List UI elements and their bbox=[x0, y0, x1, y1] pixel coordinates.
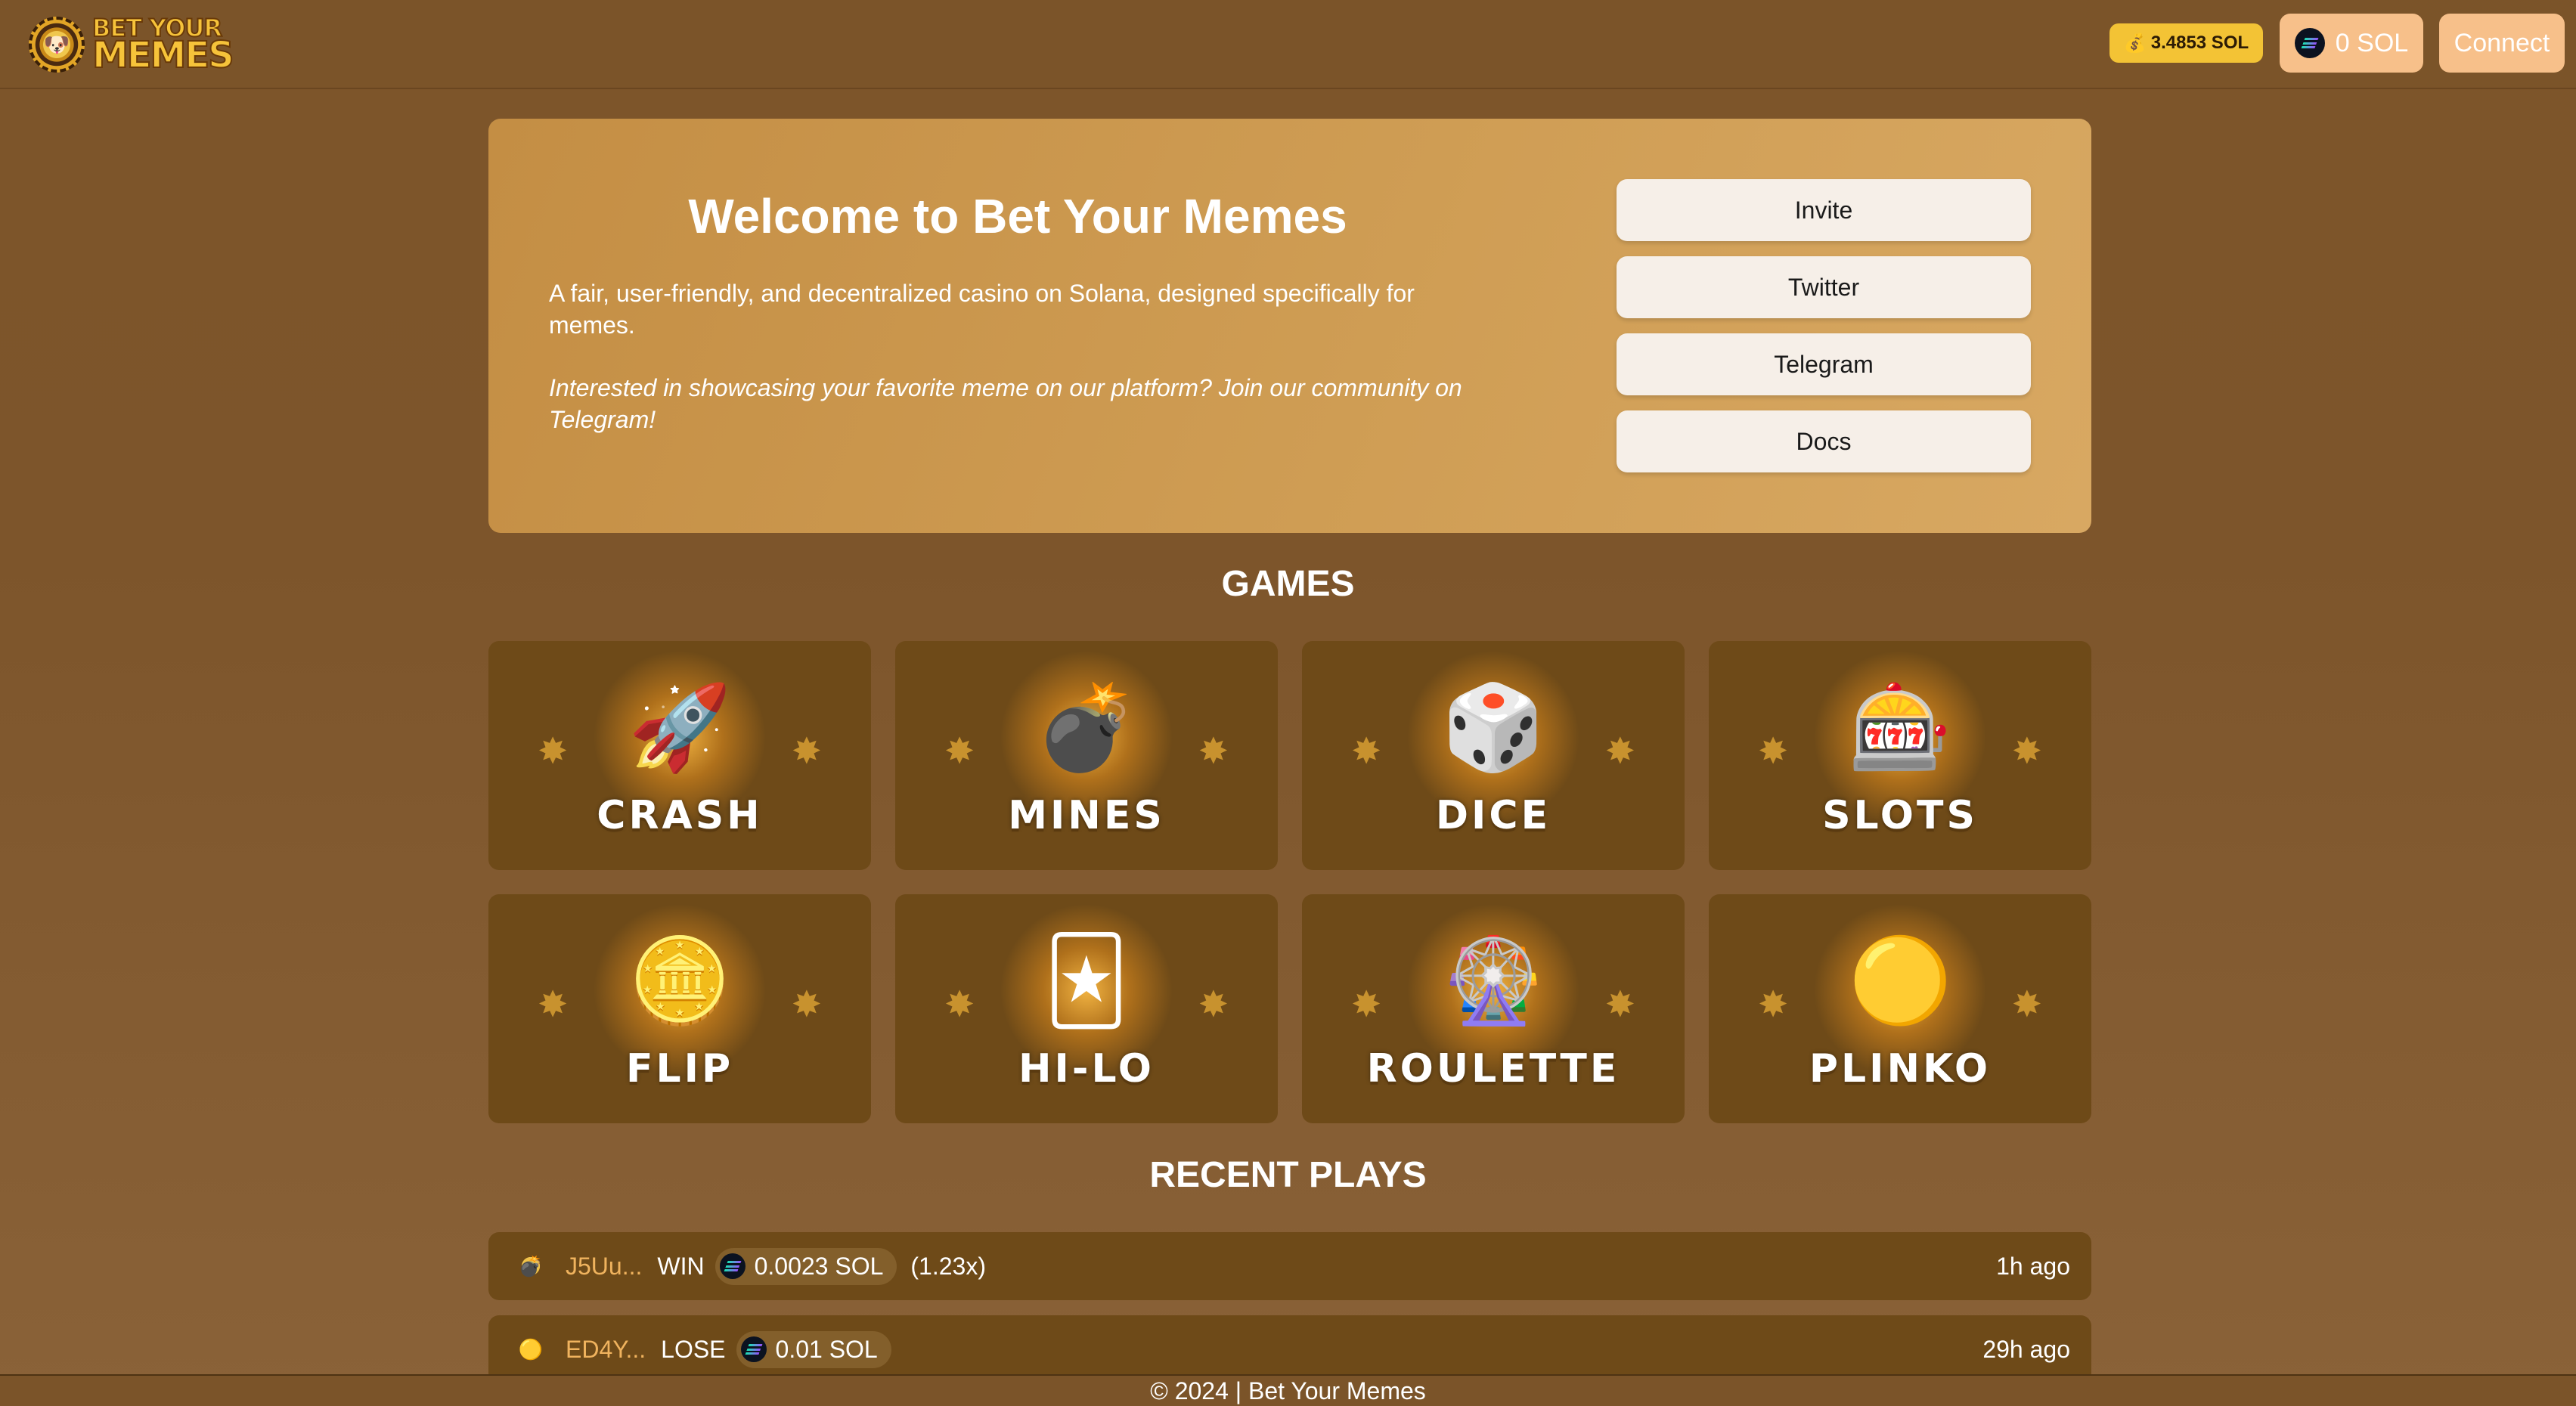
welcome-title: Welcome to Bet Your Memes bbox=[688, 189, 1347, 243]
sparkle-icon: ✸ bbox=[2011, 732, 2042, 772]
welcome-description: A fair, user-friendly, and decentralized… bbox=[549, 280, 1415, 339]
game-title: MINES bbox=[1008, 793, 1165, 838]
game-title: HI-LO bbox=[1018, 1046, 1155, 1092]
logo-wordmark: BET YOUR MEMES bbox=[91, 15, 235, 76]
telegram-button[interactable]: Telegram bbox=[1617, 333, 2031, 395]
money-bag-icon: 💰 bbox=[2123, 33, 2147, 54]
community-callout: Interested in showcasing your favorite m… bbox=[549, 374, 1462, 433]
wallet-balance-button[interactable]: 0 SOL bbox=[2280, 14, 2423, 73]
recent-plays-list: 💣 J5Uu... WIN 0.0023 SOL (1.23x) 1h ago … bbox=[488, 1232, 2091, 1398]
playing-cards-icon: 🃏 bbox=[1043, 934, 1130, 1028]
footer: © 2024 | Bet Your Memes bbox=[0, 1374, 2576, 1406]
game-title: ROULETTE bbox=[1366, 1046, 1620, 1092]
top-navbar: 🐶 BET YOUR MEMES 💰 3.4853 SOL 0 SOL Conn… bbox=[0, 0, 2576, 89]
sparkle-icon: ✸ bbox=[1758, 732, 1789, 772]
sparkle-icon: ✸ bbox=[2011, 985, 2042, 1025]
play-outcome: LOSE bbox=[661, 1335, 726, 1363]
sparkle-icon: ✸ bbox=[1198, 732, 1229, 772]
balance-badge[interactable]: 💰 3.4853 SOL bbox=[2109, 23, 2263, 63]
solana-icon bbox=[740, 1336, 767, 1362]
multiplier: (1.23x) bbox=[910, 1252, 986, 1280]
casino-chip-logo-icon: 🐶 bbox=[29, 17, 85, 73]
game-title: FLIP bbox=[625, 1046, 734, 1092]
logo[interactable]: 🐶 BET YOUR MEMES bbox=[29, 15, 235, 76]
game-card-roulette[interactable]: ✸ ✸ 🎡 ROULETTE bbox=[1302, 894, 1685, 1123]
amount-value: 0.0023 SOL bbox=[754, 1252, 884, 1280]
bomb-icon: 💣 bbox=[1034, 681, 1139, 775]
game-title: PLINKO bbox=[1809, 1046, 1992, 1092]
amount-badge: 0.01 SOL bbox=[736, 1330, 891, 1368]
play-time: 1h ago bbox=[1996, 1252, 2070, 1280]
game-card-mines[interactable]: ✸ ✸ 💣 MINES bbox=[895, 641, 1278, 870]
sparkle-icon: ✸ bbox=[1351, 985, 1382, 1025]
slot-machine-icon: 🎰 bbox=[1848, 681, 1952, 775]
game-card-plinko[interactable]: ✸ ✸ 🟡 PLINKO bbox=[1709, 894, 2091, 1123]
rocket-icon: 🚀 bbox=[628, 681, 732, 775]
player-address[interactable]: J5Uu... bbox=[566, 1253, 642, 1281]
coin-flip-icon: 🪙 bbox=[628, 934, 732, 1028]
recent-plays-heading: RECENT PLAYS bbox=[1149, 1155, 1427, 1195]
solana-icon bbox=[719, 1253, 746, 1279]
solana-icon bbox=[2294, 28, 2325, 58]
game-title: DICE bbox=[1435, 793, 1551, 838]
sparkle-icon: ✸ bbox=[1604, 985, 1635, 1025]
mines-game-icon: 💣 bbox=[510, 1245, 552, 1287]
sparkle-icon: ✸ bbox=[1758, 985, 1789, 1025]
balance-value: 3.4853 SOL bbox=[2150, 33, 2249, 53]
sparkle-icon: ✸ bbox=[538, 732, 569, 772]
amount-value: 0.01 SOL bbox=[775, 1335, 878, 1363]
game-card-slots[interactable]: ✸ ✸ 🎰 SLOTS bbox=[1709, 641, 2091, 870]
dice-icon: 🎲 bbox=[1441, 681, 1545, 775]
game-card-crash[interactable]: ✸ ✸ 🚀 CRASH bbox=[488, 641, 871, 870]
game-card-dice[interactable]: ✸ ✸ 🎲 DICE bbox=[1302, 641, 1685, 870]
sparkle-icon: ✸ bbox=[1351, 732, 1382, 772]
sparkle-icon: ✸ bbox=[1604, 732, 1635, 772]
invite-button[interactable]: Invite bbox=[1617, 179, 2031, 241]
docs-button[interactable]: Docs bbox=[1617, 410, 2031, 472]
game-title: CRASH bbox=[597, 793, 763, 838]
social-links: Invite Twitter Telegram Docs bbox=[1617, 179, 2031, 472]
roulette-wheel-icon: 🎡 bbox=[1441, 934, 1545, 1028]
plinko-game-icon: 🟡 bbox=[510, 1328, 552, 1370]
sparkle-icon: ✸ bbox=[791, 985, 822, 1025]
sparkle-icon: ✸ bbox=[944, 985, 975, 1025]
player-address[interactable]: ED4Y... bbox=[566, 1336, 646, 1364]
logo-line-2: MEMES bbox=[91, 33, 235, 76]
play-time: 29h ago bbox=[1982, 1335, 2070, 1363]
game-title: SLOTS bbox=[1822, 793, 1978, 838]
game-card-hi-lo[interactable]: ✸ ✸ 🃏 HI-LO bbox=[895, 894, 1278, 1123]
welcome-banner: Welcome to Bet Your Memes A fair, user-f… bbox=[488, 119, 2091, 533]
twitter-button[interactable]: Twitter bbox=[1617, 256, 2031, 318]
game-card-flip[interactable]: ✸ ✸ 🪙 FLIP bbox=[488, 894, 871, 1123]
list-item[interactable]: 🟡 ED4Y... LOSE 0.01 SOL 29h ago bbox=[488, 1315, 2091, 1383]
games-grid: ✸ ✸ 🚀 CRASH ✸ ✸ 💣 MINES ✸ ✸ 🎲 DICE ✸ ✸ 🎰… bbox=[488, 641, 2091, 1123]
play-outcome: WIN bbox=[657, 1252, 705, 1280]
sparkle-icon: ✸ bbox=[791, 732, 822, 772]
sparkle-icon: ✸ bbox=[944, 732, 975, 772]
games-heading: GAMES bbox=[1221, 564, 1355, 604]
sparkle-icon: ✸ bbox=[1198, 985, 1229, 1025]
amount-badge: 0.0023 SOL bbox=[715, 1247, 897, 1285]
sparkle-icon: ✸ bbox=[538, 985, 569, 1025]
plinko-coin-icon: 🟡 bbox=[1848, 934, 1952, 1028]
list-item[interactable]: 💣 J5Uu... WIN 0.0023 SOL (1.23x) 1h ago bbox=[488, 1232, 2091, 1300]
wallet-balance-value: 0 SOL bbox=[2335, 28, 2409, 57]
connect-button[interactable]: Connect bbox=[2439, 14, 2565, 73]
